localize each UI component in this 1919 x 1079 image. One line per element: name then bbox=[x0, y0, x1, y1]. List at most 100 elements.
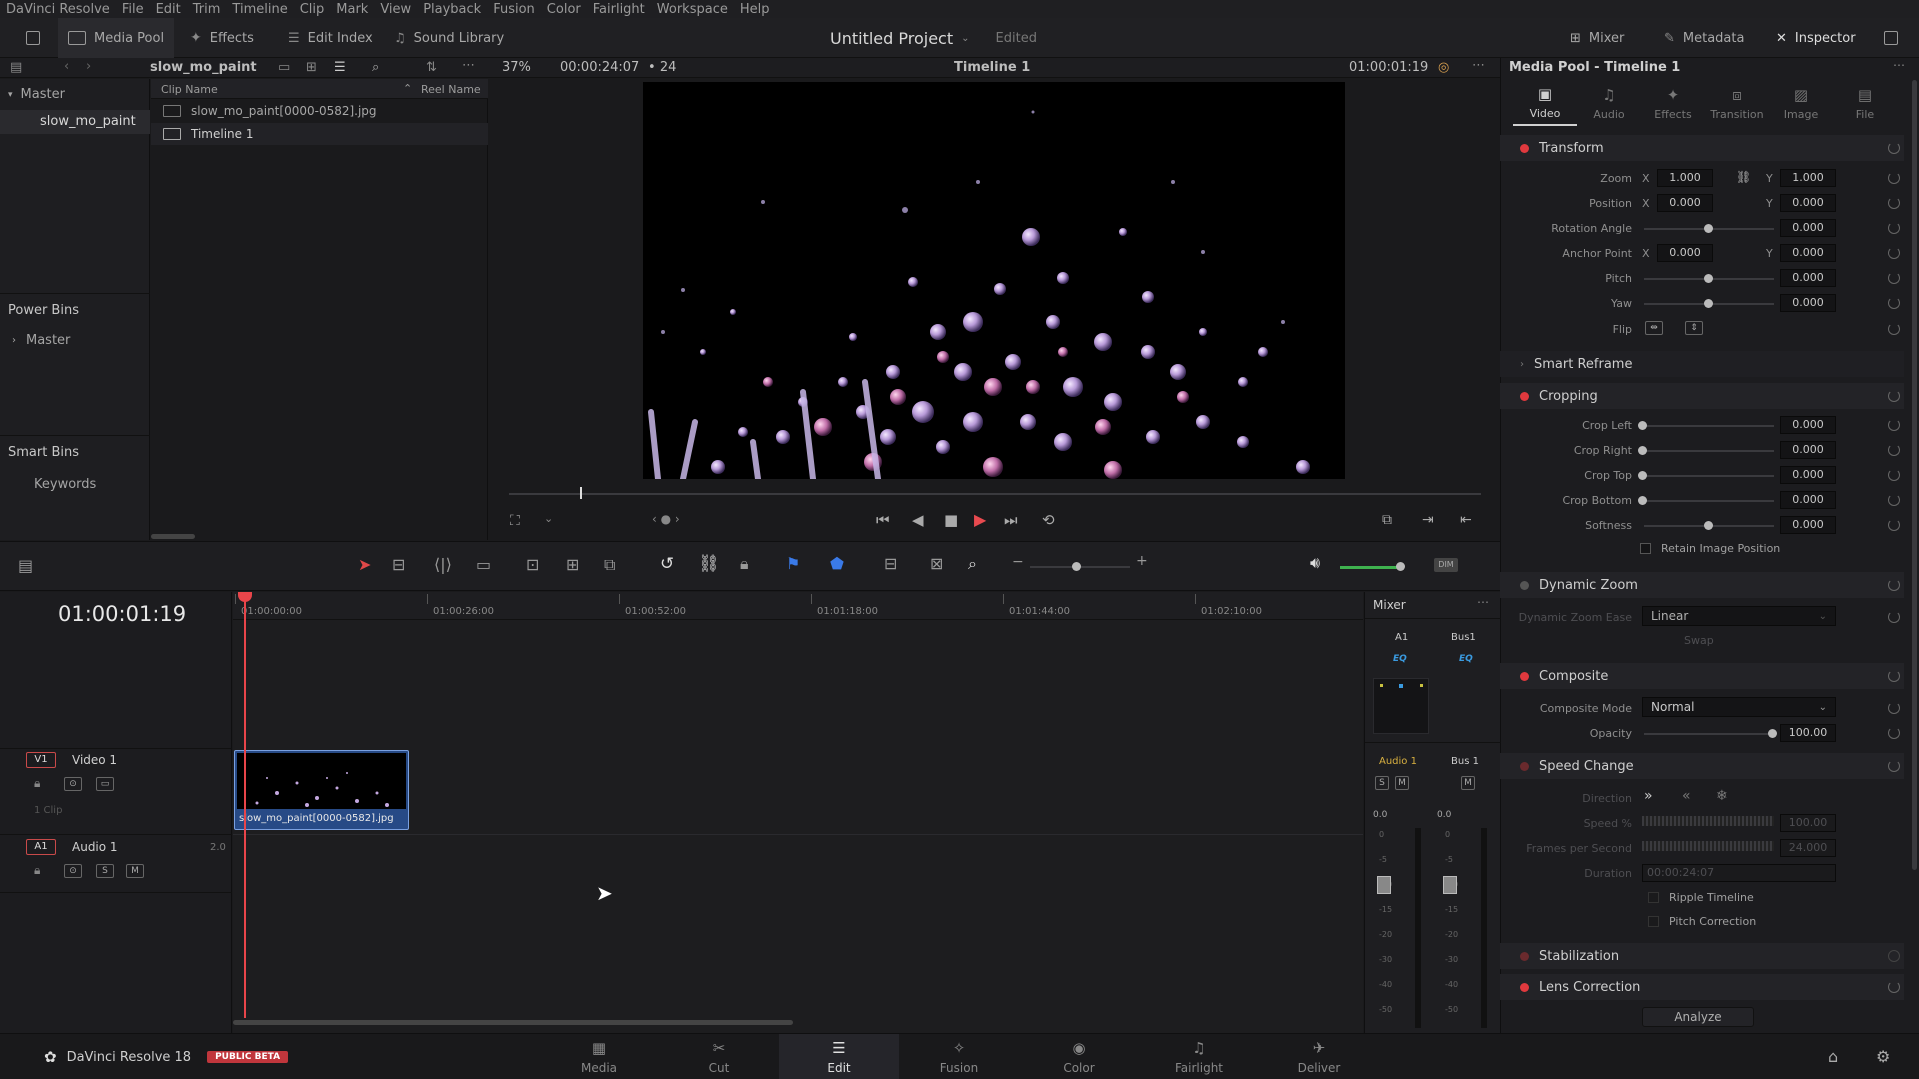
video-track-name[interactable]: Video 1 bbox=[72, 753, 117, 767]
viewer-scrub-bar[interactable] bbox=[509, 493, 1481, 495]
reset-icon[interactable] bbox=[1888, 297, 1900, 309]
position-y-field[interactable]: 0.000 bbox=[1780, 194, 1836, 212]
reset-icon[interactable] bbox=[1888, 272, 1900, 284]
checkbox-icon[interactable] bbox=[1648, 916, 1659, 927]
replace-clip-icon[interactable]: ⧉ bbox=[604, 555, 615, 575]
speed-change-section-header[interactable]: Speed Change bbox=[1500, 753, 1904, 779]
menu-item[interactable]: DaVinci Resolve bbox=[6, 2, 110, 17]
page-tab-fairlight[interactable]: ♫ Fairlight bbox=[1139, 1034, 1259, 1079]
speed-field[interactable]: 100.00 bbox=[1780, 814, 1836, 832]
crop-value-field[interactable]: 0.000 bbox=[1780, 491, 1836, 509]
crop-slider[interactable] bbox=[1644, 500, 1774, 502]
inspector-tab[interactable]: ⧈ Transition bbox=[1705, 80, 1769, 126]
sync-icon[interactable]: ◎ bbox=[1438, 60, 1449, 75]
enable-dot-icon[interactable] bbox=[1520, 982, 1529, 992]
viewer-timeline-name[interactable]: Timeline 1 bbox=[954, 60, 1030, 75]
page-tab-edit[interactable]: ☰ Edit bbox=[779, 1034, 899, 1079]
lock-icon[interactable]: 🔒︎ bbox=[34, 776, 40, 791]
smart-reframe-header[interactable]: › Smart Reframe bbox=[1500, 351, 1904, 377]
reset-icon[interactable] bbox=[1888, 611, 1900, 623]
overwrite-clip-icon[interactable]: ⊞ bbox=[566, 555, 579, 574]
solo-button[interactable]: S bbox=[96, 864, 114, 878]
reset-icon[interactable] bbox=[1888, 702, 1900, 714]
reset-icon[interactable] bbox=[1888, 519, 1900, 531]
enable-dot-icon[interactable] bbox=[1520, 391, 1529, 401]
slider-knob[interactable] bbox=[1704, 299, 1713, 308]
timeline-timecode[interactable]: 01:00:01:19 bbox=[58, 602, 186, 626]
grid-view-icon[interactable]: ⊞ bbox=[306, 60, 317, 75]
eq-button[interactable]: EQ bbox=[1459, 654, 1473, 664]
opacity-field[interactable]: 100.00 bbox=[1780, 724, 1836, 742]
sidebar-toggle-icon[interactable]: ▤ bbox=[10, 60, 22, 75]
rotation-field[interactable]: 0.000 bbox=[1780, 219, 1836, 237]
bus-mute-button[interactable]: M bbox=[1461, 776, 1475, 790]
loop-icon[interactable]: ⟲ bbox=[1042, 511, 1055, 529]
slider-knob[interactable] bbox=[1638, 496, 1647, 505]
zoom-y-field[interactable]: 1.000 bbox=[1780, 169, 1836, 187]
media-pool-button[interactable]: Media Pool bbox=[58, 18, 175, 58]
menu-item[interactable]: Timeline bbox=[232, 2, 287, 17]
zoom-out-icon[interactable]: − bbox=[1012, 554, 1024, 570]
crop-value-field[interactable]: 0.000 bbox=[1780, 416, 1836, 434]
project-title-area[interactable]: Untitled Project ⌄ Edited bbox=[830, 18, 1037, 58]
smart-bin-keywords[interactable]: Keywords bbox=[34, 477, 96, 492]
opacity-slider[interactable] bbox=[1644, 733, 1774, 735]
flip-vertical-icon[interactable]: ⇕ bbox=[1685, 321, 1703, 335]
expand-button[interactable] bbox=[1874, 18, 1908, 58]
reset-icon[interactable] bbox=[1888, 419, 1900, 431]
menu-item[interactable]: Fairlight bbox=[593, 2, 645, 17]
insert-clip-icon[interactable]: ⊡ bbox=[526, 555, 539, 574]
reset-icon[interactable] bbox=[1888, 981, 1900, 993]
volume-icon[interactable]: 🔊︎ bbox=[1310, 553, 1320, 573]
analyze-button[interactable]: Analyze bbox=[1642, 1007, 1754, 1027]
crop-slider[interactable] bbox=[1644, 425, 1774, 427]
slider-knob[interactable] bbox=[1638, 421, 1647, 430]
inspector-tab[interactable]: ▤ File bbox=[1833, 80, 1897, 126]
trim-tool-icon[interactable]: ⊟ bbox=[392, 555, 405, 574]
eq-button[interactable]: EQ bbox=[1393, 654, 1407, 664]
reset-icon[interactable] bbox=[1888, 670, 1900, 682]
checkbox-icon[interactable] bbox=[1640, 543, 1651, 554]
timeline-playhead[interactable] bbox=[244, 592, 246, 1018]
reset-icon[interactable] bbox=[1888, 390, 1900, 402]
video-track-tag[interactable]: V1 bbox=[26, 752, 56, 768]
timeline-scrollbar[interactable] bbox=[233, 1018, 1363, 1026]
back-icon[interactable]: ‹ bbox=[64, 59, 69, 74]
pan-control[interactable] bbox=[1373, 678, 1429, 734]
reset-icon[interactable] bbox=[1888, 469, 1900, 481]
mixer-mute-button[interactable]: M bbox=[1395, 776, 1409, 790]
reset-icon[interactable] bbox=[1888, 579, 1900, 591]
timeline-ruler[interactable]: 01:00:00:00 01:00:26:00 01:00:52:00 01:0… bbox=[233, 592, 1363, 620]
jog-control[interactable]: ‹ ● › bbox=[652, 512, 680, 526]
menu-item[interactable]: Help bbox=[740, 2, 770, 17]
reset-icon[interactable] bbox=[1888, 444, 1900, 456]
crop-value-field[interactable]: 0.000 bbox=[1780, 441, 1836, 459]
snapping-icon[interactable]: ↺ bbox=[660, 554, 674, 574]
lock-icon[interactable]: 🔒︎ bbox=[740, 554, 749, 574]
inspector-tab[interactable]: ♫ Audio bbox=[1577, 80, 1641, 126]
flip-horizontal-icon[interactable]: ⇹ bbox=[1645, 321, 1663, 335]
edit-index-button[interactable]: ☰ Edit Index bbox=[278, 18, 383, 58]
menu-item[interactable]: Mark bbox=[336, 2, 368, 17]
bus1-fader[interactable] bbox=[1443, 876, 1457, 894]
match-frame-icon[interactable]: ⧉ bbox=[1382, 512, 1392, 528]
audio-track-name[interactable]: Audio 1 bbox=[72, 840, 118, 854]
slider-knob[interactable] bbox=[1704, 224, 1713, 233]
thumbnail-view-icon[interactable]: ▭ bbox=[278, 60, 290, 75]
menu-item[interactable]: Clip bbox=[300, 2, 325, 17]
freeze-frame-icon[interactable]: ❄ bbox=[1716, 788, 1728, 804]
anchor-x-field[interactable]: 0.000 bbox=[1657, 244, 1713, 262]
swap-button[interactable]: Swap bbox=[1684, 634, 1714, 647]
go-to-start-icon[interactable]: ⏮ bbox=[876, 511, 890, 529]
inspector-tab[interactable]: ▨ Image bbox=[1769, 80, 1833, 126]
composite-mode-dropdown[interactable]: Normal ⌄ bbox=[1642, 697, 1836, 717]
reverse-direction-icon[interactable]: « bbox=[1682, 788, 1691, 804]
menu-item[interactable]: Trim bbox=[193, 2, 221, 17]
sort-icon[interactable]: ⇅ bbox=[426, 60, 437, 75]
auto-select-icon[interactable]: ⊙ bbox=[64, 777, 82, 791]
enable-dot-icon[interactable] bbox=[1520, 580, 1529, 590]
selection-tool-icon[interactable]: ➤ bbox=[358, 555, 371, 574]
zoom-x-field[interactable]: 1.000 bbox=[1657, 169, 1713, 187]
power-bin-master[interactable]: › Master bbox=[12, 333, 70, 348]
slider-knob[interactable] bbox=[1396, 562, 1405, 571]
